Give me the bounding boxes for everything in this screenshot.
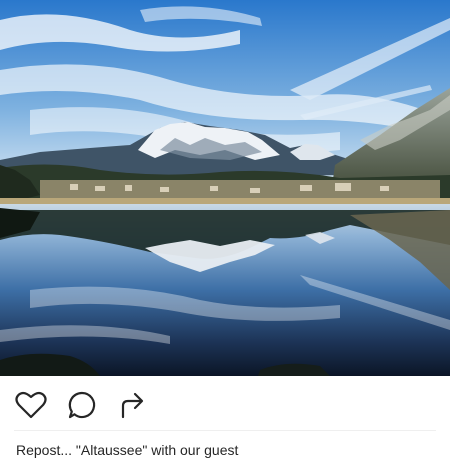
post-caption: Repost... "Altaussee" with our guest bbox=[16, 441, 450, 459]
divider bbox=[14, 430, 436, 431]
heart-icon bbox=[15, 391, 47, 419]
share-arrow-icon bbox=[121, 392, 144, 419]
lake-landscape-image bbox=[0, 0, 450, 376]
post-photo[interactable] bbox=[0, 0, 450, 376]
caption-text: Repost... "Altaussee" with our guest bbox=[16, 442, 239, 458]
comment-button[interactable] bbox=[65, 390, 99, 420]
post-action-bar bbox=[0, 376, 450, 432]
share-button[interactable] bbox=[115, 390, 149, 420]
comment-icon bbox=[68, 391, 96, 419]
like-button[interactable] bbox=[14, 390, 48, 420]
